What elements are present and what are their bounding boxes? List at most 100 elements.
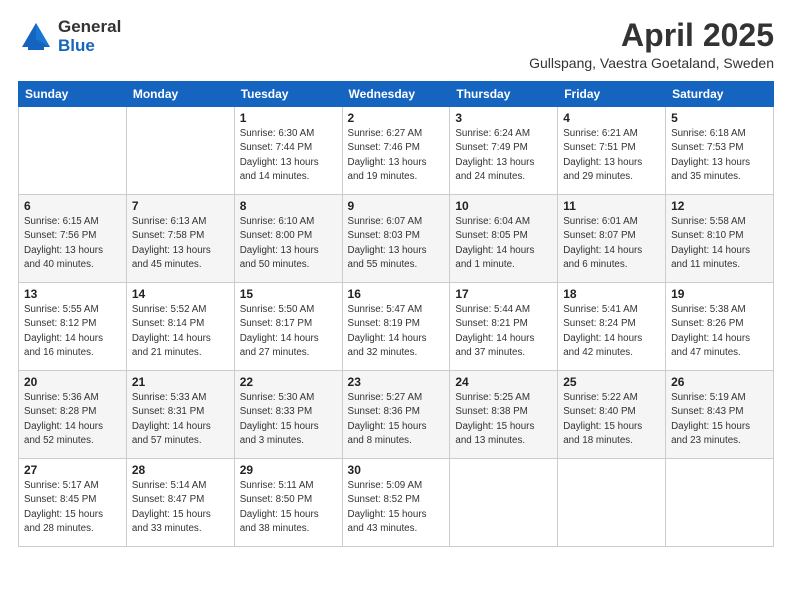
day-number: 10	[455, 199, 552, 213]
calendar-cell: 13Sunrise: 5:55 AMSunset: 8:12 PMDayligh…	[19, 283, 127, 371]
day-info: Sunrise: 5:33 AMSunset: 8:31 PMDaylight:…	[132, 391, 229, 448]
day-info: Sunrise: 5:36 AMSunset: 8:28 PMDaylight:…	[24, 391, 121, 448]
day-number: 21	[132, 375, 229, 389]
day-info: Sunrise: 6:01 AMSunset: 8:07 PMDaylight:…	[563, 215, 660, 272]
day-info: Sunrise: 5:47 AMSunset: 8:19 PMDaylight:…	[348, 303, 445, 360]
day-number: 1	[240, 111, 337, 125]
day-number: 4	[563, 111, 660, 125]
calendar-cell: 11 Sunrise: 6:01 AMSunset: 8:07 PMDayligh…	[558, 195, 666, 283]
day-number: 12	[671, 199, 768, 213]
calendar-cell: 23 Sunrise: 5:27 AMSunset: 8:36 PMDayligh…	[342, 371, 450, 459]
calendar-cell: 10 Sunrise: 6:04 AMSunset: 8:05 PMDayligh…	[450, 195, 558, 283]
day-number: 6	[24, 199, 121, 213]
day-info: Sunrise: 5:19 AMSunset: 8:43 PMDaylight:…	[671, 391, 768, 448]
calendar-week-row: 27Sunrise: 5:17 AMSunset: 8:45 PMDayligh…	[19, 459, 774, 547]
day-header-thursday: Thursday	[450, 82, 558, 107]
day-info: Sunrise: 5:14 AMSunset: 8:47 PMDaylight:…	[132, 479, 229, 536]
calendar-cell: 3Sunrise: 6:24 AMSunset: 7:49 PMDaylight…	[450, 107, 558, 195]
day-header-friday: Friday	[558, 82, 666, 107]
calendar-cell: 30Sunrise: 5:09 AMSunset: 8:52 PMDayligh…	[342, 459, 450, 547]
calendar-cell: 21 Sunrise: 5:33 AMSunset: 8:31 PMDayligh…	[126, 371, 234, 459]
calendar-cell: 2Sunrise: 6:27 AMSunset: 7:46 PMDaylight…	[342, 107, 450, 195]
day-number: 26	[671, 375, 768, 389]
calendar-cell: 15 Sunrise: 5:50 AMSunset: 8:17 PMDayligh…	[234, 283, 342, 371]
calendar-cell: 1 Sunrise: 6:30 AMSunset: 7:44 PMDaylight…	[234, 107, 342, 195]
calendar-cell: 29 Sunrise: 5:11 AMSunset: 8:50 PMDayligh…	[234, 459, 342, 547]
calendar-subtitle: Gullspang, Vaestra Goetaland, Sweden	[529, 55, 774, 71]
day-info: Sunrise: 6:18 AMSunset: 7:53 PMDaylight:…	[671, 127, 768, 184]
calendar-week-row: 20Sunrise: 5:36 AMSunset: 8:28 PMDayligh…	[19, 371, 774, 459]
calendar-cell: 28 Sunrise: 5:14 AMSunset: 8:47 PMDayligh…	[126, 459, 234, 547]
calendar-cell: 7Sunrise: 6:13 AMSunset: 7:58 PMDaylight…	[126, 195, 234, 283]
day-info: Sunrise: 5:09 AMSunset: 8:52 PMDaylight:…	[348, 479, 445, 536]
day-number: 29	[240, 463, 337, 477]
day-info: Sunrise: 6:13 AMSunset: 7:58 PMDaylight:…	[132, 215, 229, 272]
day-number: 19	[671, 287, 768, 301]
day-info: Sunrise: 6:07 AMSunset: 8:03 PMDaylight:…	[348, 215, 445, 272]
logo-blue-text: Blue	[58, 37, 121, 56]
day-header-sunday: Sunday	[19, 82, 127, 107]
day-info: Sunrise: 6:10 AMSunset: 8:00 PMDaylight:…	[240, 215, 337, 272]
logo-general-text: General	[58, 18, 121, 37]
calendar-cell: 12 Sunrise: 5:58 AMSunset: 8:10 PMDayligh…	[666, 195, 774, 283]
calendar-header-row: SundayMondayTuesdayWednesdayThursdayFrid…	[19, 82, 774, 107]
day-number: 9	[348, 199, 445, 213]
day-info: Sunrise: 5:41 AMSunset: 8:24 PMDaylight:…	[563, 303, 660, 360]
day-info: Sunrise: 5:58 AMSunset: 8:10 PMDaylight:…	[671, 215, 768, 272]
calendar-cell	[666, 459, 774, 547]
day-info: Sunrise: 6:30 AMSunset: 7:44 PMDaylight:…	[240, 127, 337, 184]
day-info: Sunrise: 5:27 AMSunset: 8:36 PMDaylight:…	[348, 391, 445, 448]
logo-icon	[18, 19, 54, 55]
day-number: 22	[240, 375, 337, 389]
day-header-tuesday: Tuesday	[234, 82, 342, 107]
calendar-cell: 19 Sunrise: 5:38 AMSunset: 8:26 PMDayligh…	[666, 283, 774, 371]
day-info: Sunrise: 5:30 AMSunset: 8:33 PMDaylight:…	[240, 391, 337, 448]
day-info: Sunrise: 6:27 AMSunset: 7:46 PMDaylight:…	[348, 127, 445, 184]
day-number: 28	[132, 463, 229, 477]
calendar-cell: 8Sunrise: 6:10 AMSunset: 8:00 PMDaylight…	[234, 195, 342, 283]
calendar-cell: 26 Sunrise: 5:19 AMSunset: 8:43 PMDayligh…	[666, 371, 774, 459]
page: General Blue April 2025 Gullspang, Vaest…	[0, 0, 792, 612]
day-info: Sunrise: 6:04 AMSunset: 8:05 PMDaylight:…	[455, 215, 552, 272]
day-number: 18	[563, 287, 660, 301]
calendar-cell: 20Sunrise: 5:36 AMSunset: 8:28 PMDayligh…	[19, 371, 127, 459]
calendar-cell: 4 Sunrise: 6:21 AMSunset: 7:51 PMDaylight…	[558, 107, 666, 195]
day-info: Sunrise: 5:44 AMSunset: 8:21 PMDaylight:…	[455, 303, 552, 360]
calendar-cell	[558, 459, 666, 547]
day-info: Sunrise: 5:50 AMSunset: 8:17 PMDaylight:…	[240, 303, 337, 360]
calendar-cell: 16 Sunrise: 5:47 AMSunset: 8:19 PMDayligh…	[342, 283, 450, 371]
calendar-cell: 9 Sunrise: 6:07 AMSunset: 8:03 PMDaylight…	[342, 195, 450, 283]
day-info: Sunrise: 6:24 AMSunset: 7:49 PMDaylight:…	[455, 127, 552, 184]
day-info: Sunrise: 5:22 AMSunset: 8:40 PMDaylight:…	[563, 391, 660, 448]
day-number: 23	[348, 375, 445, 389]
day-header-saturday: Saturday	[666, 82, 774, 107]
calendar-cell	[19, 107, 127, 195]
calendar-week-row: 13Sunrise: 5:55 AMSunset: 8:12 PMDayligh…	[19, 283, 774, 371]
calendar-week-row: 1 Sunrise: 6:30 AMSunset: 7:44 PMDaylight…	[19, 107, 774, 195]
day-info: Sunrise: 5:55 AMSunset: 8:12 PMDaylight:…	[24, 303, 121, 360]
calendar-cell: 24Sunrise: 5:25 AMSunset: 8:38 PMDayligh…	[450, 371, 558, 459]
day-info: Sunrise: 5:38 AMSunset: 8:26 PMDaylight:…	[671, 303, 768, 360]
header: General Blue April 2025 Gullspang, Vaest…	[18, 18, 774, 71]
day-header-monday: Monday	[126, 82, 234, 107]
calendar-week-row: 6Sunrise: 6:15 AMSunset: 7:56 PMDaylight…	[19, 195, 774, 283]
day-number: 16	[348, 287, 445, 301]
day-header-wednesday: Wednesday	[342, 82, 450, 107]
day-info: Sunrise: 5:52 AMSunset: 8:14 PMDaylight:…	[132, 303, 229, 360]
day-number: 11	[563, 199, 660, 213]
calendar-cell	[126, 107, 234, 195]
day-number: 14	[132, 287, 229, 301]
calendar-cell: 6Sunrise: 6:15 AMSunset: 7:56 PMDaylight…	[19, 195, 127, 283]
calendar-cell: 14 Sunrise: 5:52 AMSunset: 8:14 PMDayligh…	[126, 283, 234, 371]
calendar-cell: 25Sunrise: 5:22 AMSunset: 8:40 PMDayligh…	[558, 371, 666, 459]
logo-text: General Blue	[58, 18, 121, 55]
day-number: 15	[240, 287, 337, 301]
day-info: Sunrise: 5:11 AMSunset: 8:50 PMDaylight:…	[240, 479, 337, 536]
calendar-table: SundayMondayTuesdayWednesdayThursdayFrid…	[18, 81, 774, 547]
calendar-cell: 18 Sunrise: 5:41 AMSunset: 8:24 PMDayligh…	[558, 283, 666, 371]
logo: General Blue	[18, 18, 121, 55]
day-info: Sunrise: 6:21 AMSunset: 7:51 PMDaylight:…	[563, 127, 660, 184]
calendar-cell: 5 Sunrise: 6:18 AMSunset: 7:53 PMDaylight…	[666, 107, 774, 195]
calendar-cell: 27Sunrise: 5:17 AMSunset: 8:45 PMDayligh…	[19, 459, 127, 547]
day-number: 5	[671, 111, 768, 125]
